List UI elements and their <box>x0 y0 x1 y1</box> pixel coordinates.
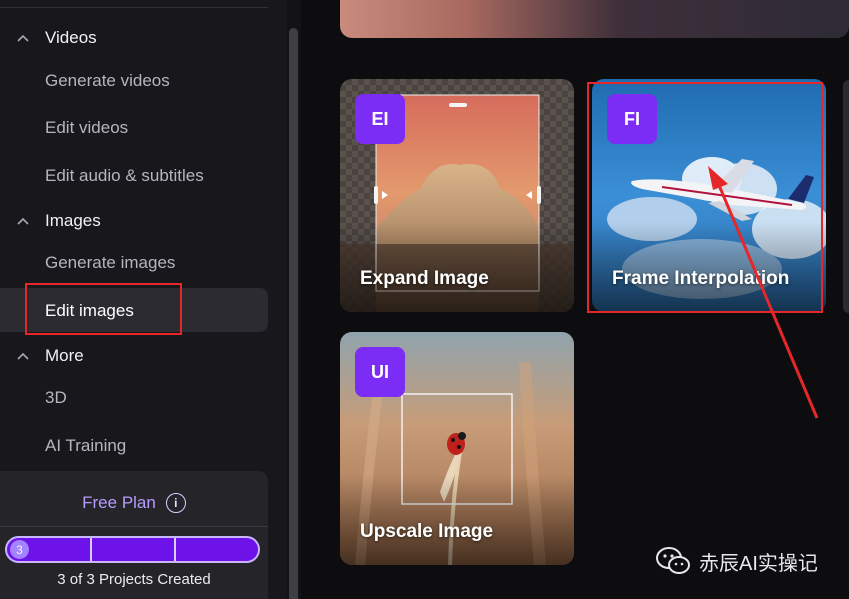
sidebar-item-edit-images[interactable]: Edit images <box>45 299 134 323</box>
sidebar: Videos Generate videos Edit videos Edit … <box>0 0 287 599</box>
progress-segment-divider <box>174 538 176 561</box>
progress-count-badge: 3 <box>10 540 29 559</box>
plan-panel: Free Plan i 3 3 of 3 Projects Created <box>0 471 268 599</box>
card-badge-ei: EI <box>355 94 405 144</box>
sidebar-item-3d[interactable]: 3D <box>45 386 67 410</box>
sidebar-item-ai-training[interactable]: AI Training <box>45 434 126 458</box>
next-card-edge[interactable] <box>843 80 849 313</box>
watermark: 赤辰AI实操记 <box>655 545 818 577</box>
wechat-icon <box>656 547 690 574</box>
section-videos[interactable]: Videos <box>12 26 97 50</box>
app-window: Videos Generate videos Edit videos Edit … <box>0 0 849 599</box>
previous-card-image[interactable] <box>340 0 849 38</box>
info-icon[interactable]: i <box>165 493 186 513</box>
plan-title-text: Free Plan <box>82 493 156 512</box>
sidebar-item-edit-videos[interactable]: Edit videos <box>45 116 128 140</box>
sidebar-item-edit-audio-subtitles[interactable]: Edit audio & subtitles <box>45 164 204 188</box>
sidebar-item-generate-videos[interactable]: Generate videos <box>45 69 170 93</box>
scrollbar-thumb[interactable] <box>289 28 298 599</box>
section-label: More <box>45 346 84 365</box>
tool-card-expand-image[interactable]: EI Expand Image <box>340 79 574 312</box>
tool-card-upscale-image[interactable]: UI Upscale Image <box>340 332 574 565</box>
section-label: Videos <box>45 28 97 47</box>
card-badge-fi: FI <box>607 94 657 144</box>
annotation-arrow-icon <box>708 166 819 419</box>
progress-segment-divider <box>90 538 92 561</box>
plan-divider <box>0 526 268 527</box>
plan-caption: 3 of 3 Projects Created <box>57 571 211 588</box>
section-more[interactable]: More <box>12 344 84 368</box>
section-label: Images <box>45 211 101 230</box>
card-title-expand-image: Expand Image <box>360 268 489 289</box>
active-item-highlight <box>0 288 268 332</box>
sidebar-item-generate-images[interactable]: Generate images <box>45 251 175 275</box>
section-images[interactable]: Images <box>12 209 101 233</box>
card-shade <box>340 222 574 312</box>
chevron-up-icon <box>12 217 34 225</box>
card-shade <box>340 475 574 565</box>
chevron-up-icon <box>12 352 34 360</box>
plan-title[interactable]: Free Plan i <box>0 491 268 515</box>
sidebar-divider <box>0 7 268 8</box>
watermark-text: 赤辰AI实操记 <box>699 552 818 575</box>
card-badge-ui: UI <box>355 347 405 397</box>
chevron-up-icon <box>12 34 34 42</box>
card-title-upscale-image: Upscale Image <box>360 521 494 542</box>
projects-progress-bar: 3 <box>5 536 260 563</box>
